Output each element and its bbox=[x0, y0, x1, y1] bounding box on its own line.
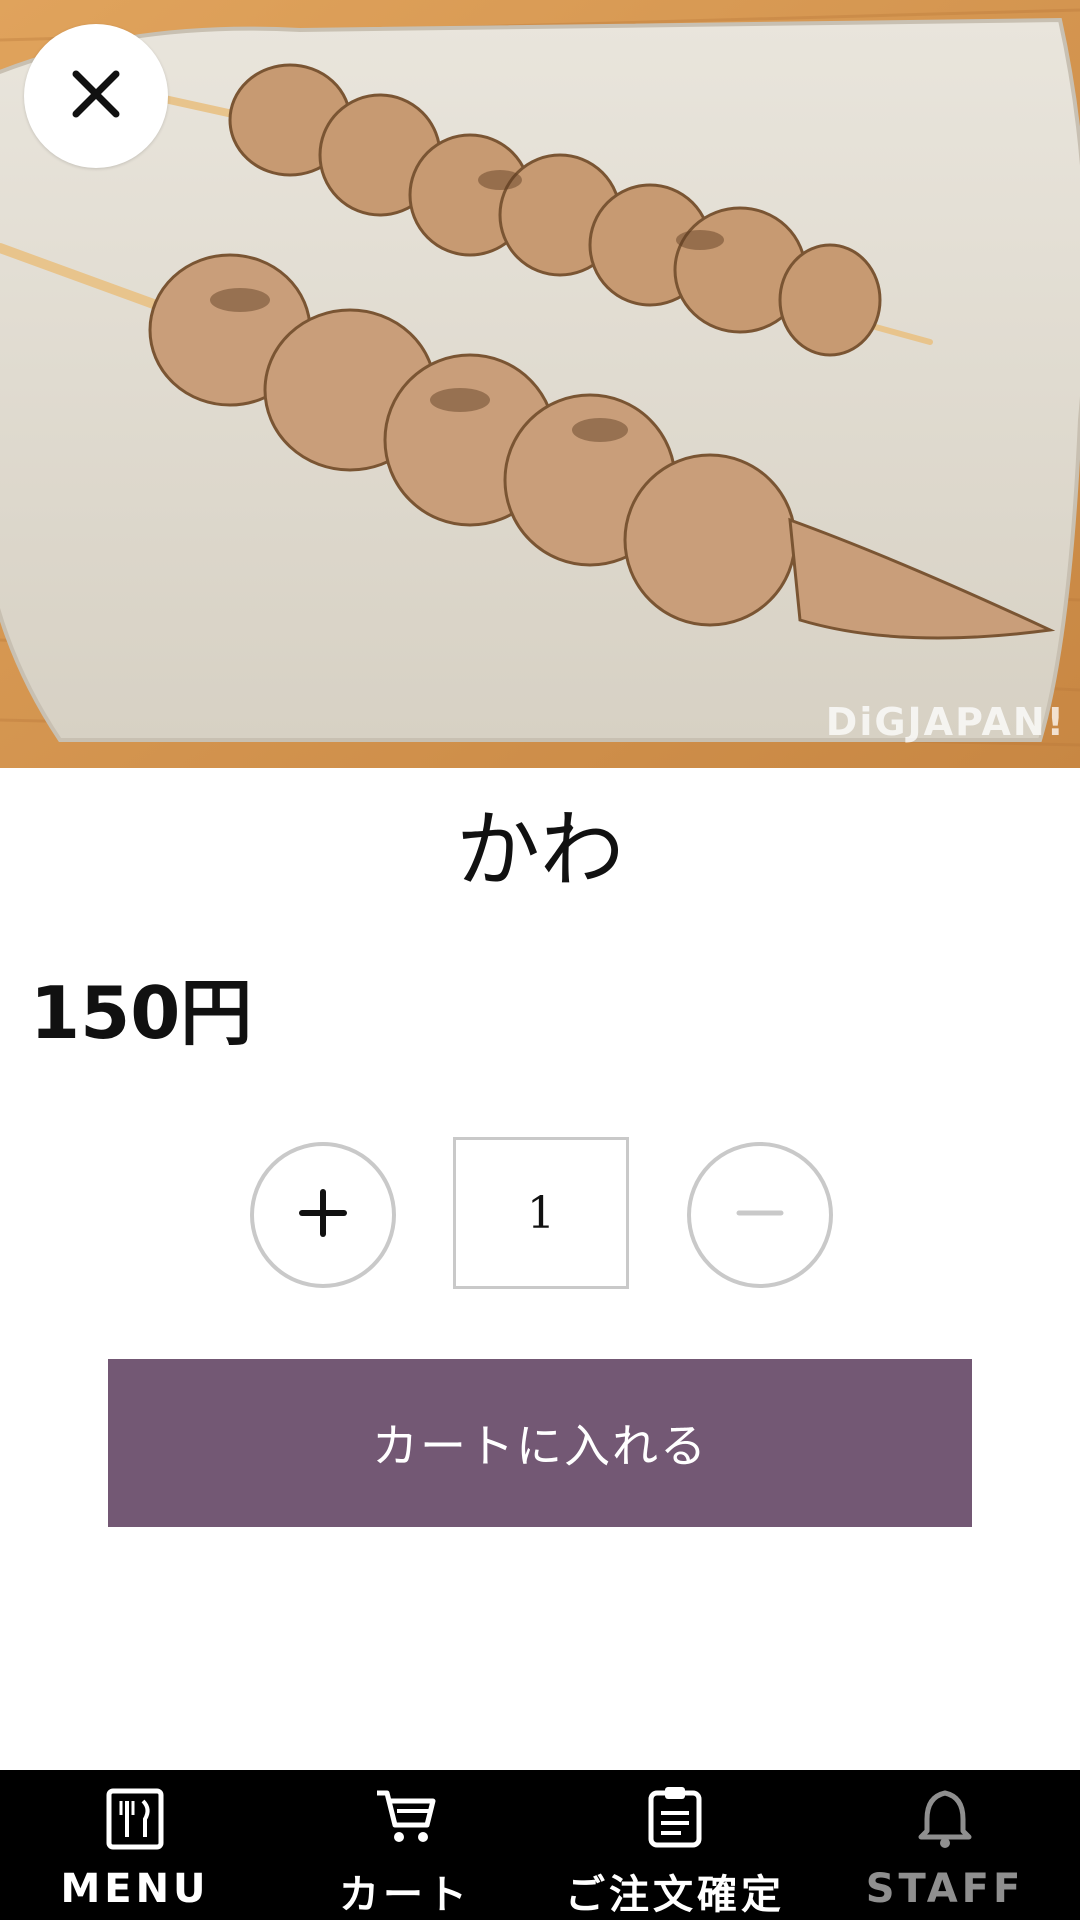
tab-cart[interactable]: カート bbox=[270, 1770, 540, 1920]
tab-order-confirm[interactable]: ご注文確定 bbox=[540, 1770, 810, 1920]
item-price: 150円 bbox=[30, 971, 253, 1055]
add-to-cart-button[interactable]: カートに入れる bbox=[108, 1359, 972, 1527]
tab-menu-label: MENU bbox=[60, 1866, 210, 1912]
order-confirm-icon bbox=[640, 1784, 710, 1850]
tab-staff-label: STAFF bbox=[865, 1866, 1025, 1912]
plus-icon bbox=[298, 1188, 348, 1242]
bell-icon bbox=[910, 1784, 980, 1854]
tab-staff[interactable]: STAFF bbox=[810, 1770, 1080, 1920]
bottom-tab-bar: MENU カート ご注文確定 STAFF bbox=[0, 1770, 1080, 1920]
cart-icon bbox=[370, 1784, 440, 1850]
watermark-text: DiGJAPAN! bbox=[825, 700, 1066, 744]
tab-menu[interactable]: MENU bbox=[0, 1770, 270, 1920]
item-name: かわ bbox=[455, 801, 624, 899]
quantity-field[interactable]: 1 bbox=[453, 1137, 629, 1289]
minus-icon bbox=[735, 1188, 785, 1242]
decrease-quantity-button[interactable] bbox=[687, 1142, 833, 1288]
close-button[interactable] bbox=[24, 24, 168, 168]
tab-cart-label: カート bbox=[339, 1872, 471, 1918]
tab-order-confirm-label: ご注文確定 bbox=[565, 1872, 785, 1918]
menu-icon bbox=[100, 1784, 170, 1854]
close-icon bbox=[68, 66, 124, 126]
increase-quantity-button[interactable] bbox=[250, 1142, 396, 1288]
